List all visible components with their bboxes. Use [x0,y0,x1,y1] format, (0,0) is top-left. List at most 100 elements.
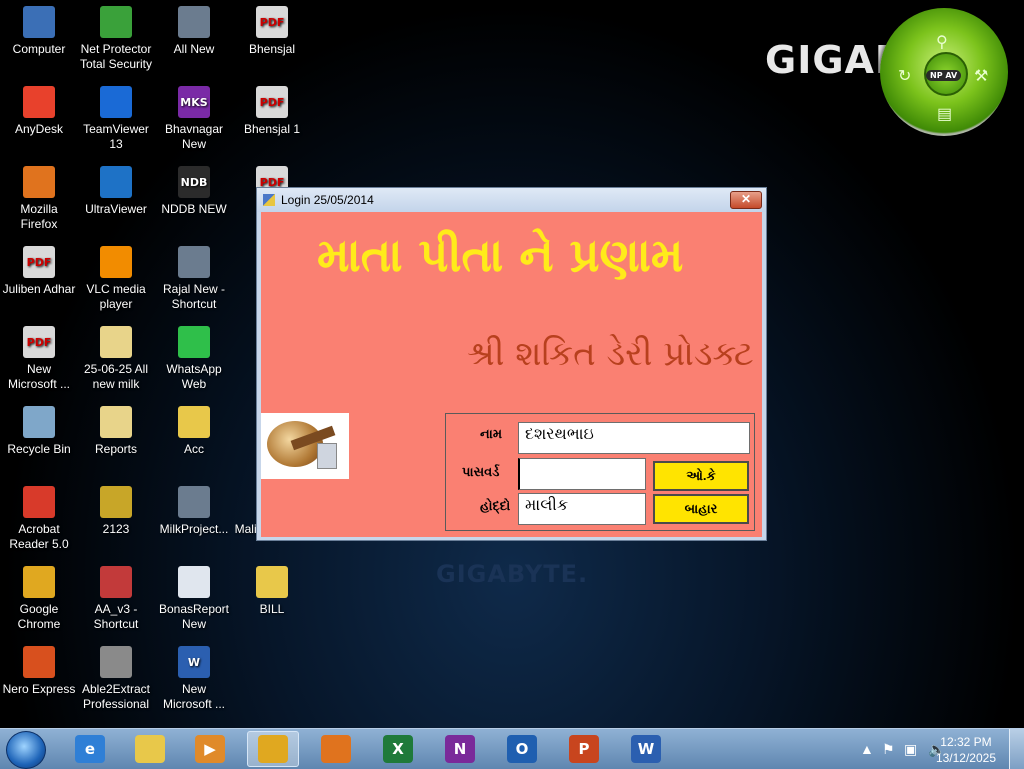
system-tray: ▲ ⚑ ▣ 🔈 12:32 PM 13/12/2025 [824,729,1024,769]
taskbar-app-button[interactable]: N [434,731,486,767]
desktop-icon-graphic: PDF [256,86,288,118]
desktop-icon[interactable]: VLC media player [77,246,155,312]
desktop-icon-label: Rajal New - Shortcut [162,282,225,311]
desktop-icon[interactable]: Recycle Bin [0,406,78,457]
desktop-icon[interactable]: BILL [233,566,311,617]
desktop-icon-graphic [100,486,132,518]
desktop-icon-label: BILL [259,602,285,616]
login-form-group: નામ દશરથભાઇ પાસવર્ડ હોદ્દો માલીક ઓ.કે બા… [445,413,755,531]
taskbar-app-button[interactable]: O [496,731,548,767]
close-button[interactable]: ✕ [730,191,762,209]
desktop-icon-label: AA_v3 - Shortcut [93,602,139,631]
desktop-icon[interactable]: 25-06-25 All new milk [77,326,155,392]
role-field[interactable]: માલીક [518,493,646,525]
show-desktop-button[interactable] [1009,729,1024,769]
desktop-icon-graphic [23,566,55,598]
desktop-icon[interactable]: TeamViewer 13 [77,86,155,152]
taskbar-app-icon: P [569,735,599,763]
network-icon[interactable]: ▣ [904,741,917,758]
desktop-icon[interactable]: Nero Express [0,646,78,697]
desktop-icon[interactable]: Acc [155,406,233,457]
taskbar-app-button[interactable]: e [64,731,116,767]
npav-desktop-gadget[interactable]: ⚲ ↻ ⚒ ▤ NP AV [880,8,1008,136]
clock-date: 13/12/2025 [935,751,996,765]
desktop-icon[interactable]: Mozilla Firefox [0,166,78,232]
desktop-icon[interactable]: BonasReport New [155,566,233,632]
login-titlebar[interactable]: Login 25/05/2014 ✕ [257,188,766,212]
window-title: Login 25/05/2014 [281,193,374,207]
desktop-icon-label: Recycle Bin [7,442,71,456]
taskbar-app-button[interactable] [247,731,299,767]
desktop-icon[interactable]: AnyDesk [0,86,78,137]
taskbar-app-icon: ▶ [195,735,225,763]
taskbar-app-button[interactable]: W [620,731,672,767]
start-button[interactable] [6,731,46,769]
desktop-icon-label: MilkProject... [159,522,229,536]
desktop-icon[interactable]: AA_v3 - Shortcut [77,566,155,632]
taskbar-app-button[interactable] [310,731,362,767]
desktop-icon-label: 2123 [102,522,130,536]
desktop-icon-graphic [178,406,210,438]
document-icon[interactable]: ▤ [937,104,952,124]
desktop-icon[interactable]: Reports [77,406,155,457]
show-hidden-icons-icon[interactable]: ▲ [860,741,874,757]
desktop-icon[interactable]: PDF New Microsoft ... [0,326,78,392]
taskbar-app-icon: O [507,735,537,763]
company-name: શ્રી શકિત ડેરી પ્રોડક્ટ [467,334,754,374]
desktop-icon[interactable]: PDF Juliben Adhar [0,246,78,297]
desktop-icon[interactable]: Rajal New - Shortcut [155,246,233,312]
taskbar: e ▶ X N O P W ▲ ⚑ ▣ 🔈 12:32 PM 13/12/2025 [0,728,1024,769]
dairy-logo-image [261,413,349,479]
name-field[interactable]: દશરથભાઇ [518,422,750,454]
search-icon[interactable]: ⚲ [936,32,948,52]
desktop-icon[interactable]: MilkProject... [155,486,233,537]
desktop-icon[interactable]: PDF Bhensjal [233,6,311,57]
desktop-icon-graphic [100,406,132,438]
taskbar-app-button[interactable]: X [372,731,424,767]
refresh-icon[interactable]: ↻ [898,66,911,86]
taskbar-app-icon [321,735,351,763]
desktop-icon-graphic: PDF [256,6,288,38]
desktop-icon[interactable]: WhatsApp Web [155,326,233,392]
desktop-icon-label: Nero Express [2,682,76,696]
desktop-icon[interactable]: Able2Extract Professional [77,646,155,712]
desktop-icon-graphic [100,166,132,198]
desktop-icon[interactable]: Google Chrome [0,566,78,632]
wrench-icon[interactable]: ⚒ [974,66,988,86]
desktop-icon-label: Google Chrome [17,602,61,631]
ok-button[interactable]: ઓ.કે [653,461,749,491]
desktop-icon-label: 25-06-25 All new milk [83,362,149,391]
desktop-icon[interactable]: MKS Bhavnagar New [155,86,233,152]
taskbar-app-button[interactable] [124,731,176,767]
desktop-icon[interactable]: UltraViewer [77,166,155,217]
desktop-icon-label: Acc [183,442,204,456]
taskbar-app-icon [258,735,288,763]
taskbar-app-icon: e [75,735,105,763]
greeting-headline: માતા પીતા ને પ્રણામ [317,228,684,282]
desktop-icon[interactable]: 2123 [77,486,155,537]
desktop-icon-label: Bhavnagar New [164,122,224,151]
taskbar-app-button[interactable]: ▶ [184,731,236,767]
password-label: પાસવર્ડ [462,464,500,479]
desktop-icon-graphic [100,6,132,38]
desktop-icon[interactable]: NDB NDDB NEW [155,166,233,217]
login-client-area: માતા પીતા ને પ્રણામ શ્રી શકિત ડેરી પ્રોડ… [261,212,762,537]
desktop-icon[interactable]: PDF Bhensjal 1 [233,86,311,137]
desktop-icon-label: Able2Extract Professional [81,682,151,711]
desktop-icon[interactable]: Acrobat Reader 5.0 [0,486,78,552]
desktop-icon-graphic [23,406,55,438]
login-window: Login 25/05/2014 ✕ માતા પીતા ને પ્રણામ શ… [256,187,767,541]
desktop-icon[interactable]: W New Microsoft ... [155,646,233,712]
exit-button[interactable]: બાહાર [653,494,749,524]
taskbar-app-icon: N [445,735,475,763]
desktop-icon[interactable]: All New [155,6,233,57]
desktop-icon[interactable]: Computer [0,6,78,57]
name-label: નામ [480,426,503,441]
taskbar-app-button[interactable]: P [558,731,610,767]
action-center-flag-icon[interactable]: ⚑ [882,741,895,758]
password-field[interactable] [518,458,646,490]
clock[interactable]: 12:32 PM 13/12/2025 [936,734,996,766]
desktop-icon-graphic [100,646,132,678]
desktop-icon[interactable]: Net Protector Total Security [77,6,155,72]
desktop-icon-graphic [23,486,55,518]
